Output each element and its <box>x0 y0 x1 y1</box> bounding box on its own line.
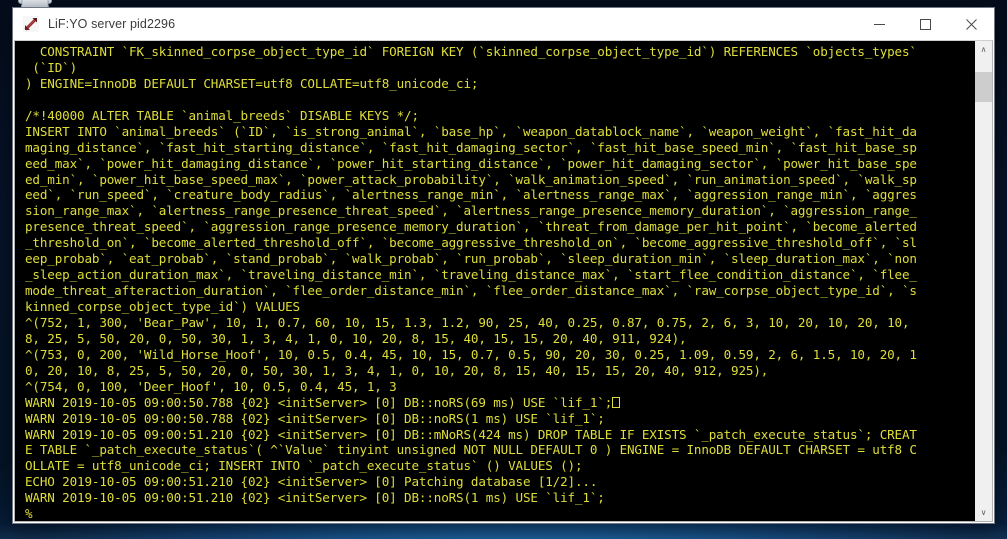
console-line: ECHO 2019-10-05 09:00:51.210 {02} <initS… <box>25 474 598 490</box>
maximize-button[interactable] <box>902 8 948 40</box>
console-line: 0, 20, 10, 8, 25, 5, 50, 20, 0, 50, 30, … <box>25 362 769 378</box>
console-line: 8, 25, 5, 50, 20, 0, 50, 30, 1, 3, 4, 1,… <box>25 330 687 346</box>
console-line: kinned_corpse_object_type_id`) VALUES <box>25 299 300 314</box>
window-titlebar[interactable]: LiF:YO server pid2296 <box>13 8 994 40</box>
maximize-icon <box>919 18 931 30</box>
console-line: ^(754, 0, 100, 'Deer_Hoof', 10, 0.5, 0.4… <box>25 378 397 394</box>
console-scrollbar[interactable]: ∧ ∨ <box>974 41 992 521</box>
console-line: WARN 2019-10-05 09:00:51.210 {02} <initS… <box>25 490 605 506</box>
console-line: mode_threat_afteraction_duration`, `flee… <box>25 283 917 299</box>
console-line: (`ID`) <box>25 59 78 75</box>
console-window: LiF:YO server pid2296 CONSTRAINT `FK_ski… <box>13 8 994 523</box>
desktop-bottom-glow <box>0 523 1007 539</box>
console-line: _sleep_action_duration_max`, `traveling_… <box>25 267 917 283</box>
console-line: /*!40000 ALTER TABLE `animal_breeds` DIS… <box>25 107 419 123</box>
console-line: ^(752, 1, 300, 'Bear_Paw', 10, 1, 0.7, 6… <box>25 314 910 330</box>
app-icon <box>23 16 39 32</box>
console-line: eed_max`, `power_hit_damaging_distance`,… <box>25 155 917 171</box>
console-line: WARN 2019-10-05 09:00:50.788 {02} <initS… <box>25 395 974 411</box>
scrollbar-down-arrow[interactable]: ∨ <box>975 504 992 521</box>
console-output[interactable]: CONSTRAINT `FK_skinned_corpse_object_typ… <box>15 41 974 521</box>
console-line: CONSTRAINT `FK_skinned_corpse_object_typ… <box>25 44 917 59</box>
scrollbar-track[interactable] <box>975 58 992 504</box>
console-line: WARN 2019-10-05 09:00:51.210 {02} <initS… <box>25 426 917 442</box>
console-block-glyph <box>612 396 621 408</box>
minimize-button[interactable] <box>856 8 902 40</box>
console-line: _threshold_on`, `become_alerted_threshol… <box>25 235 917 251</box>
console-line: OLLATE = utf8_unicode_ci; INSERT INTO `_… <box>25 458 583 474</box>
close-button[interactable] <box>948 8 994 40</box>
window-caption-buttons <box>856 8 994 40</box>
console-line: INSERT INTO `animal_breeds` (`ID`, `is_s… <box>25 123 917 139</box>
console-line: presence_threat_speed`, `aggression_rang… <box>25 219 917 235</box>
console-line: E TABLE `_patch_execute_status`( ^`Value… <box>25 442 917 458</box>
console-line: eed`, `run_speed`, `creature_body_radius… <box>25 187 917 203</box>
scrollbar-up-arrow[interactable]: ∧ <box>975 41 992 58</box>
close-icon <box>965 18 977 30</box>
console-line: ) ENGINE=InnoDB DEFAULT CHARSET=utf8 COL… <box>25 75 479 91</box>
minimize-icon <box>873 23 885 25</box>
scrollbar-thumb[interactable] <box>975 72 992 102</box>
console-line: ^(753, 0, 200, 'Wild_Horse_Hoof', 10, 0.… <box>25 346 917 362</box>
console-prompt[interactable]: % <box>25 506 974 521</box>
console-line: WARN 2019-10-05 09:00:50.788 {02} <initS… <box>25 410 605 426</box>
console-line: sion_range_max`, `alertness_range_presen… <box>25 203 917 219</box>
console-line: eep_probab`, `eat_probab`, `stand_probab… <box>25 251 917 267</box>
console-line: maging_distance`, `fast_hit_starting_dis… <box>25 139 917 155</box>
console-body: CONSTRAINT `FK_skinned_corpse_object_typ… <box>14 40 993 522</box>
console-line: ed_min`, `power_hit_base_speed_max`, `po… <box>25 171 917 187</box>
window-title: LiF:YO server pid2296 <box>48 17 176 31</box>
